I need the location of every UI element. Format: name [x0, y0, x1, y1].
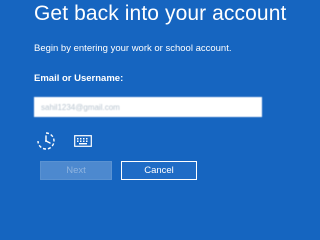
on-screen-keyboard-icon[interactable] [74, 134, 92, 147]
email-field-label: Email or Username: [34, 73, 124, 84]
next-button[interactable]: Next [40, 161, 112, 180]
cancel-button[interactable]: Cancel [121, 161, 197, 180]
ease-of-access-icon-graphic [37, 132, 55, 150]
page-title: Get back into your account [34, 2, 287, 25]
recovery-panel: Get back into your account Begin by ente… [0, 0, 300, 200]
email-field[interactable] [34, 97, 262, 117]
page-subtitle: Begin by entering your work or school ac… [34, 43, 232, 54]
ease-of-access-icon[interactable] [36, 131, 56, 151]
keyboard-icon-graphic [74, 135, 92, 147]
